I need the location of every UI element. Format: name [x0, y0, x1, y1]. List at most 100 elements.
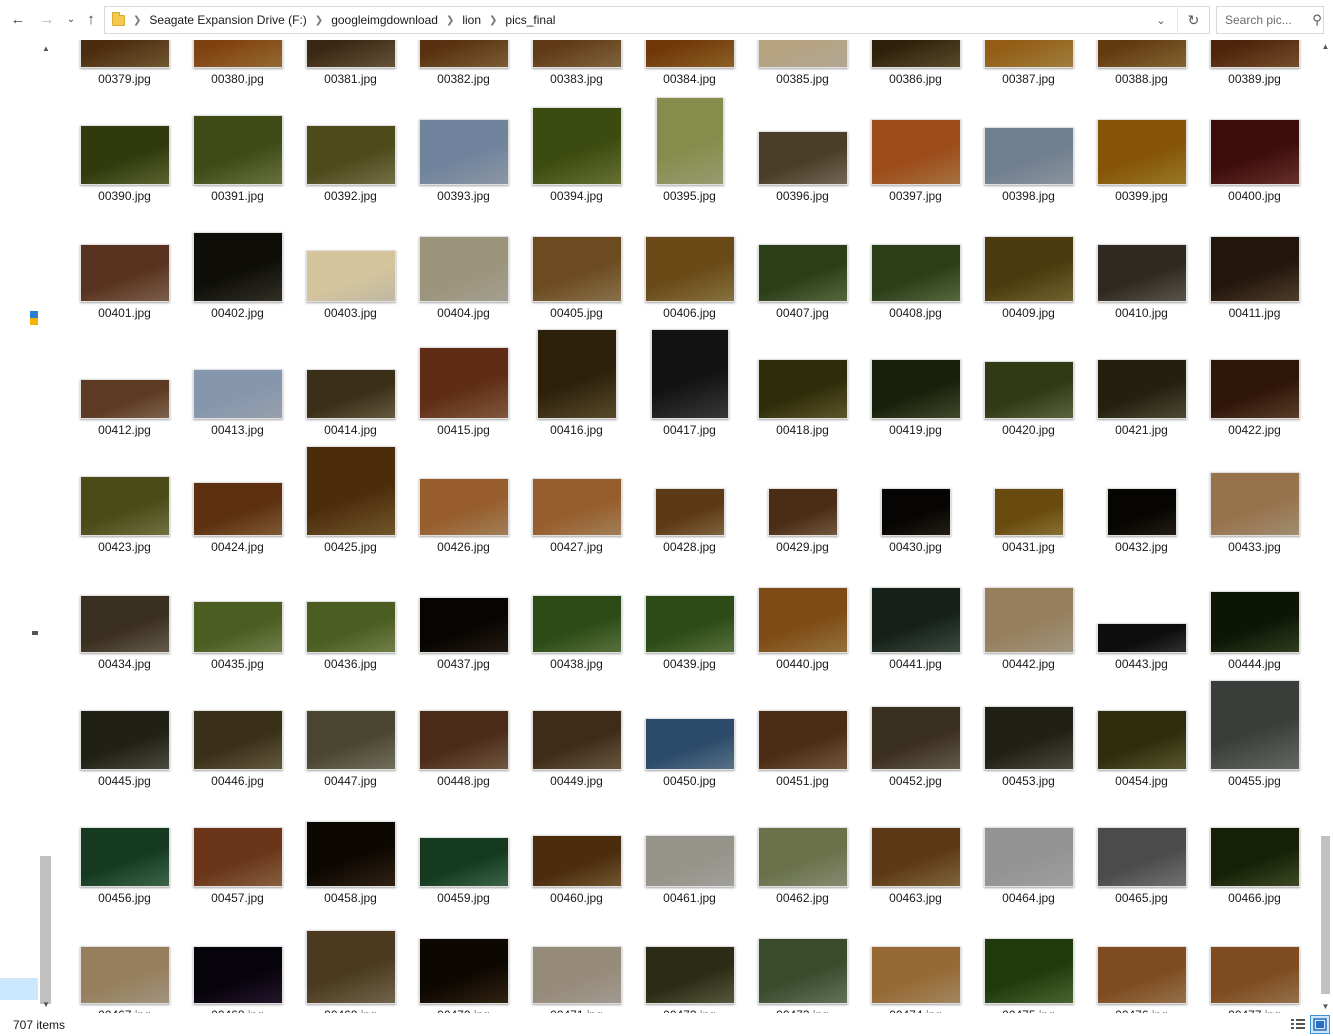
file-item[interactable]: 00454.jpg [1085, 678, 1198, 795]
scroll-up-icon[interactable]: ▲ [38, 44, 54, 58]
file-item[interactable]: 00463.jpg [859, 795, 972, 912]
file-item[interactable]: 00451.jpg [746, 678, 859, 795]
file-item[interactable]: 00460.jpg [520, 795, 633, 912]
file-item[interactable]: 00411.jpg [1198, 210, 1311, 327]
file-item[interactable]: 00420.jpg [972, 327, 1085, 444]
navigation-pane[interactable] [0, 40, 40, 1013]
file-item[interactable]: 00436.jpg [294, 561, 407, 678]
file-item[interactable]: 00391.jpg [181, 93, 294, 210]
search-icon[interactable]: ⚲ [1311, 12, 1323, 28]
file-item[interactable]: 00388.jpg [1085, 40, 1198, 93]
nav-item-selected[interactable] [0, 978, 38, 1000]
file-item[interactable]: 00471.jpg [520, 912, 633, 1013]
file-item[interactable]: 00441.jpg [859, 561, 972, 678]
file-item[interactable]: 00402.jpg [181, 210, 294, 327]
address-bar[interactable]: ❯ Seagate Expansion Drive (F:) ❯ googlei… [104, 6, 1210, 34]
chevron-right-icon[interactable]: ❯ [133, 15, 141, 26]
file-item[interactable]: 00427.jpg [520, 444, 633, 561]
file-item[interactable]: 00389.jpg [1198, 40, 1311, 93]
forward-button[interactable]: → [36, 8, 58, 30]
file-item[interactable]: 00434.jpg [68, 561, 181, 678]
file-item[interactable]: 00440.jpg [746, 561, 859, 678]
search-input[interactable] [1225, 13, 1311, 27]
file-item[interactable]: 00401.jpg [68, 210, 181, 327]
file-item[interactable]: 00445.jpg [68, 678, 181, 795]
file-item[interactable]: 00465.jpg [1085, 795, 1198, 912]
scrollbar-thumb[interactable] [1321, 836, 1330, 994]
file-item[interactable]: 00442.jpg [972, 561, 1085, 678]
scrollbar-thumb[interactable] [40, 856, 51, 1004]
file-item[interactable]: 00403.jpg [294, 210, 407, 327]
file-item[interactable]: 00432.jpg [1085, 444, 1198, 561]
file-item[interactable]: 00429.jpg [746, 444, 859, 561]
file-item[interactable]: 00458.jpg [294, 795, 407, 912]
file-item[interactable]: 00395.jpg [633, 93, 746, 210]
file-item[interactable]: 00448.jpg [407, 678, 520, 795]
file-item[interactable]: 00412.jpg [68, 327, 181, 444]
file-item[interactable]: 00453.jpg [972, 678, 1085, 795]
file-item[interactable]: 00404.jpg [407, 210, 520, 327]
file-item[interactable]: 00413.jpg [181, 327, 294, 444]
scroll-up-icon[interactable]: ▲ [1318, 42, 1333, 51]
file-item[interactable]: 00399.jpg [1085, 93, 1198, 210]
file-item[interactable]: 00408.jpg [859, 210, 972, 327]
file-item[interactable]: 00386.jpg [859, 40, 972, 93]
file-item[interactable]: 00396.jpg [746, 93, 859, 210]
back-button[interactable]: ← [7, 8, 29, 30]
search-box[interactable]: ⚲ [1216, 6, 1324, 34]
file-item[interactable]: 00422.jpg [1198, 327, 1311, 444]
file-item[interactable]: 00476.jpg [1085, 912, 1198, 1013]
file-item[interactable]: 00461.jpg [633, 795, 746, 912]
file-item[interactable]: 00405.jpg [520, 210, 633, 327]
file-list-scrollbar[interactable]: ▲ ▼ [1318, 40, 1333, 1013]
file-item[interactable]: 00383.jpg [520, 40, 633, 93]
file-item[interactable]: 00424.jpg [181, 444, 294, 561]
file-item[interactable]: 00398.jpg [972, 93, 1085, 210]
file-item[interactable]: 00381.jpg [294, 40, 407, 93]
file-item[interactable]: 00426.jpg [407, 444, 520, 561]
file-item[interactable]: 00464.jpg [972, 795, 1085, 912]
file-item[interactable]: 00409.jpg [972, 210, 1085, 327]
file-item[interactable]: 00425.jpg [294, 444, 407, 561]
file-item[interactable]: 00382.jpg [407, 40, 520, 93]
file-item[interactable]: 00475.jpg [972, 912, 1085, 1013]
file-item[interactable]: 00387.jpg [972, 40, 1085, 93]
file-item[interactable]: 00421.jpg [1085, 327, 1198, 444]
file-item[interactable]: 00419.jpg [859, 327, 972, 444]
breadcrumb-drive[interactable]: Seagate Expansion Drive (F:) [149, 13, 306, 27]
file-item[interactable]: 00417.jpg [633, 327, 746, 444]
file-list-view[interactable]: 00379.jpg 00380.jpg 00381.jpg 00382.jpg 0038… [56, 40, 1318, 1013]
file-item[interactable]: 00443.jpg [1085, 561, 1198, 678]
file-item[interactable]: 00450.jpg [633, 678, 746, 795]
nav-item-icon[interactable] [30, 311, 38, 325]
file-item[interactable]: 00474.jpg [859, 912, 972, 1013]
scroll-down-icon[interactable]: ▼ [38, 1000, 54, 1014]
file-item[interactable]: 00414.jpg [294, 327, 407, 444]
file-item[interactable]: 00468.jpg [181, 912, 294, 1013]
file-item[interactable]: 00470.jpg [407, 912, 520, 1013]
file-item[interactable]: 00430.jpg [859, 444, 972, 561]
file-item[interactable]: 00439.jpg [633, 561, 746, 678]
file-item[interactable]: 00400.jpg [1198, 93, 1311, 210]
file-item[interactable]: 00437.jpg [407, 561, 520, 678]
file-item[interactable]: 00390.jpg [68, 93, 181, 210]
file-item[interactable]: 00410.jpg [1085, 210, 1198, 327]
scroll-down-icon[interactable]: ▼ [1318, 1002, 1333, 1011]
recent-locations-button[interactable]: ⌄ [60, 8, 82, 30]
file-item[interactable]: 00416.jpg [520, 327, 633, 444]
up-button[interactable]: ↑ [80, 8, 102, 30]
file-item[interactable]: 00394.jpg [520, 93, 633, 210]
file-item[interactable]: 00435.jpg [181, 561, 294, 678]
file-item[interactable]: 00469.jpg [294, 912, 407, 1013]
file-item[interactable]: 00433.jpg [1198, 444, 1311, 561]
navigation-pane-scrollbar[interactable]: ▲ ▼ [38, 44, 54, 1014]
chevron-right-icon[interactable]: ❯ [446, 15, 454, 26]
refresh-button[interactable]: ↻ [1177, 7, 1209, 33]
file-item[interactable]: 00431.jpg [972, 444, 1085, 561]
breadcrumb-lion[interactable]: lion [462, 13, 481, 27]
file-item[interactable]: 00428.jpg [633, 444, 746, 561]
large-icons-view-button[interactable] [1310, 1015, 1330, 1034]
file-item[interactable]: 00444.jpg [1198, 561, 1311, 678]
breadcrumb-googleimgdownload[interactable]: googleimgdownload [331, 13, 438, 27]
file-item[interactable]: 00423.jpg [68, 444, 181, 561]
